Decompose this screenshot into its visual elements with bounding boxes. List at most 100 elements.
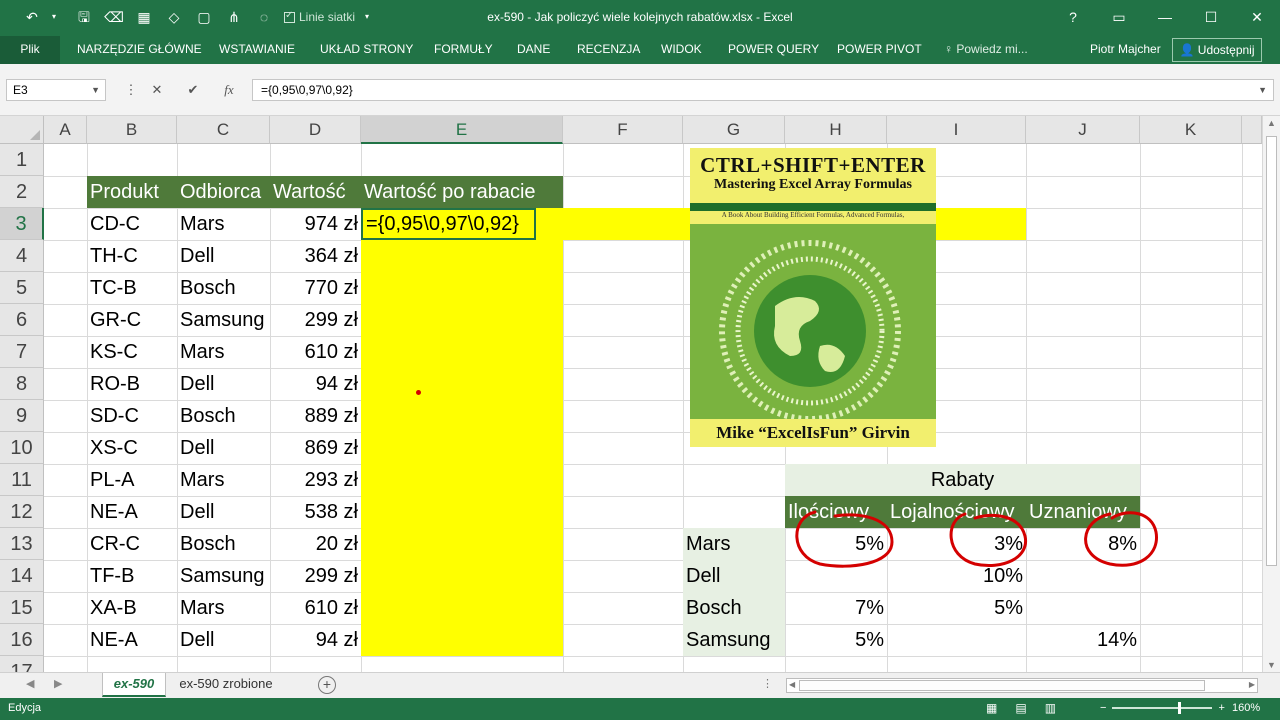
- cell-wartosc[interactable]: 770 zł: [270, 272, 361, 304]
- cell-wartosc[interactable]: 299 zł: [270, 304, 361, 336]
- cell-odbiorca[interactable]: Dell: [177, 368, 270, 400]
- page-layout-view-icon[interactable]: ▤: [1015, 701, 1026, 715]
- add-sheet-icon[interactable]: +: [318, 676, 336, 694]
- cell-wartosc[interactable]: 94 zł: [270, 368, 361, 400]
- tab-file[interactable]: Plik: [0, 36, 60, 64]
- tab-data[interactable]: DANE: [517, 42, 550, 56]
- split-handle-icon[interactable]: ⋮: [762, 677, 773, 690]
- column-header-c[interactable]: C: [177, 116, 270, 144]
- zoom-in-icon[interactable]: +: [1218, 702, 1224, 714]
- ribbon-display-icon[interactable]: ▭: [1096, 0, 1142, 34]
- column-header-f[interactable]: F: [563, 116, 683, 144]
- scroll-right-icon[interactable]: ▶: [1249, 680, 1255, 689]
- column-header-g[interactable]: G: [683, 116, 785, 144]
- cell-odbiorca[interactable]: Samsung: [177, 560, 270, 592]
- cell-odbiorca[interactable]: Dell: [177, 432, 270, 464]
- row-header-4[interactable]: 4: [0, 240, 44, 272]
- enter-formula-icon[interactable]: ✔: [180, 79, 206, 101]
- cell-produkt[interactable]: NE-A: [87, 624, 177, 656]
- discount-row-label[interactable]: Samsung: [683, 624, 785, 656]
- book-cover-image[interactable]: CTRL+SHIFT+ENTER Mastering Excel Array F…: [690, 148, 936, 447]
- header-wartosc[interactable]: Wartość: [270, 176, 361, 208]
- share-button[interactable]: 👤 Udostępnij: [1172, 38, 1262, 62]
- minimize-icon[interactable]: —: [1142, 0, 1188, 34]
- row-header-5[interactable]: 5: [0, 272, 44, 304]
- zoom-level[interactable]: 160%: [1232, 702, 1260, 714]
- cell-produkt[interactable]: TF-B: [87, 560, 177, 592]
- row-header-7[interactable]: 7: [0, 336, 44, 368]
- name-box-dropdown-icon[interactable]: ▼: [91, 80, 100, 100]
- column-header-i[interactable]: I: [887, 116, 1026, 144]
- normal-view-icon[interactable]: ▦: [986, 701, 997, 715]
- cell-wartosc[interactable]: 610 zł: [270, 336, 361, 368]
- zoom-track[interactable]: [1112, 702, 1213, 714]
- column-header-l[interactable]: [1242, 116, 1262, 144]
- cell-wartosc[interactable]: 293 zł: [270, 464, 361, 496]
- row-header-14[interactable]: 14: [0, 560, 44, 592]
- scroll-left-icon[interactable]: ◀: [789, 680, 795, 689]
- cell-odbiorca[interactable]: Dell: [177, 624, 270, 656]
- cell-wartosc[interactable]: 94 zł: [270, 624, 361, 656]
- row-header-2[interactable]: 2: [0, 176, 44, 208]
- tab-formulas[interactable]: FORMUŁY: [434, 42, 493, 56]
- row-header-10[interactable]: 10: [0, 432, 44, 464]
- row-header-12[interactable]: 12: [0, 496, 44, 528]
- discount-value[interactable]: 5%: [887, 592, 1026, 624]
- row-header-3[interactable]: 3: [0, 208, 44, 240]
- discount-row-label[interactable]: Dell: [683, 560, 785, 592]
- prev-sheet-icon[interactable]: ◀: [26, 677, 34, 690]
- cell-produkt[interactable]: XS-C: [87, 432, 177, 464]
- active-cell-e3[interactable]: ={0,95\0,97\0,92}: [361, 208, 536, 240]
- insert-function-icon[interactable]: fx: [216, 79, 242, 101]
- tab-page-layout[interactable]: UKŁAD STRONY: [320, 42, 413, 56]
- cell-wartosc[interactable]: 869 zł: [270, 432, 361, 464]
- row-header-13[interactable]: 13: [0, 528, 44, 560]
- row-header-9[interactable]: 9: [0, 400, 44, 432]
- discount-value[interactable]: 7%: [785, 592, 887, 624]
- header-produkt[interactable]: Produkt: [87, 176, 177, 208]
- cell-wartosc[interactable]: 974 zł: [270, 208, 361, 240]
- user-name[interactable]: Piotr Majcher: [1090, 42, 1161, 56]
- row-header-17[interactable]: 17: [0, 656, 44, 672]
- cell-produkt[interactable]: CR-C: [87, 528, 177, 560]
- next-sheet-icon[interactable]: ▶: [54, 677, 62, 690]
- cell-odbiorca[interactable]: Dell: [177, 496, 270, 528]
- cell-wartosc[interactable]: 538 zł: [270, 496, 361, 528]
- name-box[interactable]: E3 ▼: [6, 79, 106, 101]
- row-header-1[interactable]: 1: [0, 144, 44, 176]
- cell-wartosc[interactable]: 20 zł: [270, 528, 361, 560]
- expand-formula-icon[interactable]: ▼: [1258, 80, 1267, 100]
- close-icon[interactable]: ✕: [1234, 0, 1280, 34]
- header-odbiorca[interactable]: Odbiorca: [177, 176, 270, 208]
- column-header-h[interactable]: H: [785, 116, 887, 144]
- cell-produkt[interactable]: SD-C: [87, 400, 177, 432]
- discount-row-label[interactable]: Bosch: [683, 592, 785, 624]
- maximize-icon[interactable]: ☐: [1188, 0, 1234, 34]
- vertical-scrollbar[interactable]: ▲ ▼: [1262, 116, 1280, 672]
- cell-produkt[interactable]: GR-C: [87, 304, 177, 336]
- row-header-15[interactable]: 15: [0, 592, 44, 624]
- formula-input[interactable]: ={0,95\0,97\0,92} ▼: [252, 79, 1274, 101]
- cell-wartosc[interactable]: 610 zł: [270, 592, 361, 624]
- zoom-out-icon[interactable]: −: [1100, 702, 1106, 714]
- worksheet-grid[interactable]: A B C D E F G H I J K 1 2 3 4 5 6 7 8 9 …: [0, 116, 1262, 672]
- help-icon[interactable]: ?: [1050, 0, 1096, 34]
- zoom-slider[interactable]: − +: [1100, 702, 1225, 714]
- column-header-e[interactable]: E: [361, 116, 563, 144]
- column-header-a[interactable]: A: [44, 116, 87, 144]
- row-header-16[interactable]: 16: [0, 624, 44, 656]
- horizontal-scrollbar[interactable]: ◀ ▶: [786, 678, 1258, 693]
- cell-produkt[interactable]: KS-C: [87, 336, 177, 368]
- row-header-8[interactable]: 8: [0, 368, 44, 400]
- cell-produkt[interactable]: TH-C: [87, 240, 177, 272]
- column-header-j[interactable]: J: [1026, 116, 1140, 144]
- discount-value[interactable]: 14%: [1026, 624, 1140, 656]
- header-wartosc-po-rabacie[interactable]: Wartość po rabacie: [361, 176, 563, 208]
- column-header-k[interactable]: K: [1140, 116, 1242, 144]
- tab-power-query[interactable]: POWER QUERY: [728, 42, 819, 56]
- cell-odbiorca[interactable]: Bosch: [177, 272, 270, 304]
- sheet-tab-ex-590-zrobione[interactable]: ex-590 zrobione: [170, 673, 282, 697]
- tab-insert[interactable]: WSTAWIANIE: [219, 42, 295, 56]
- tell-me-box[interactable]: ♀ Powiedz mi...: [944, 42, 1028, 56]
- sheet-tab-ex-590[interactable]: ex-590: [102, 673, 166, 697]
